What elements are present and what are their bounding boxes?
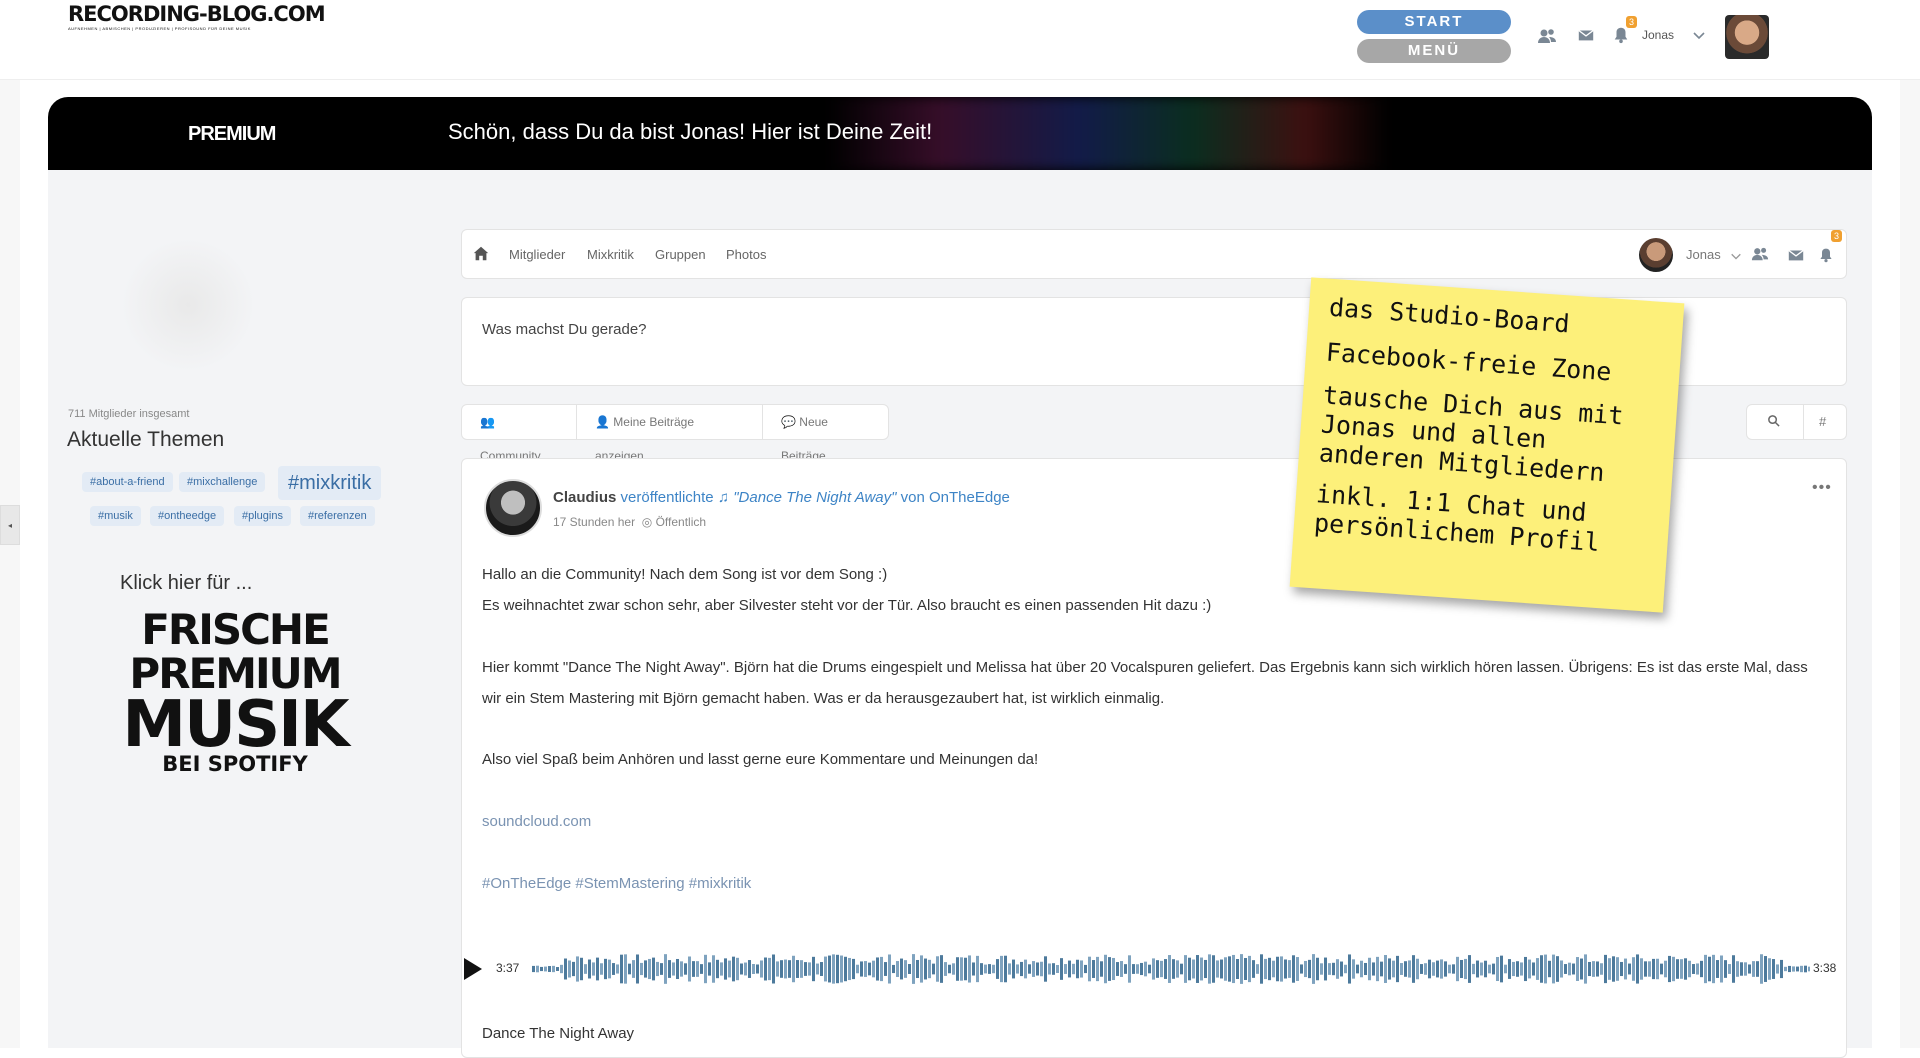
tag-ontheedge[interactable]: #ontheedge xyxy=(150,506,225,526)
premium-label: PREMIUM xyxy=(188,123,276,145)
right-gutter xyxy=(1900,80,1920,1048)
sticky-line-2: Facebook-freie Zone xyxy=(1325,337,1613,387)
filter-community[interactable]: 👥 Community xyxy=(462,405,577,463)
tag-plugins[interactable]: #plugins xyxy=(234,506,291,526)
audio-player: 3:37 3:38 xyxy=(462,949,1848,989)
soundcloud-link[interactable]: soundcloud.com xyxy=(482,806,1828,837)
by-label: von xyxy=(900,489,925,506)
tag-about-a-friend[interactable]: #about-a-friend xyxy=(82,472,173,492)
post-time[interactable]: 17 Stunden her xyxy=(553,515,635,529)
home-icon[interactable] xyxy=(472,245,490,263)
start-button[interactable]: START xyxy=(1357,10,1511,34)
mail-icon[interactable] xyxy=(1787,246,1805,269)
chevron-down-icon[interactable] xyxy=(1730,249,1742,267)
sticky-note-graphic: das Studio-Board Facebook-freie Zone tau… xyxy=(1289,277,1685,613)
spotify-promo-image[interactable]: FRISCHE PREMIUM MUSIK BEI SPOTIFY xyxy=(120,605,350,775)
tag-mixkritik[interactable]: #mixkritik xyxy=(278,466,382,500)
welcome-text: Schön, dass Du da bist Jonas! Hier ist D… xyxy=(448,119,933,144)
current-time: 3:37 xyxy=(496,961,520,975)
post-header: Claudius veröffentlichte ♫ "Dance The Ni… xyxy=(553,489,1010,506)
site-logo[interactable]: RECORDING-BLOG.COM AUFNEHMEN | ABMISCHEN… xyxy=(68,2,326,31)
user-plus-icon: 👤 xyxy=(595,415,610,429)
top-user-name[interactable]: Jonas xyxy=(1642,28,1674,42)
logo-text: RECORDING-BLOG.COM xyxy=(68,2,326,26)
search-bar: # xyxy=(1746,404,1847,440)
mail-icon[interactable] xyxy=(1577,26,1597,46)
promo-line-1: FRISCHE xyxy=(141,605,331,654)
artist-name[interactable]: OnTheEdge xyxy=(929,489,1010,506)
nav-mixkritik[interactable]: Mixkritik xyxy=(587,247,634,262)
notification-badge: 3 xyxy=(1626,16,1638,28)
filter-new-posts[interactable]: 💬 Neue Beiträge xyxy=(763,405,888,463)
author-name[interactable]: Claudius xyxy=(553,489,616,506)
music-note-icon: ♫ xyxy=(717,489,730,506)
track-title: Dance The Night Away xyxy=(482,1025,635,1042)
hashtag-search-button[interactable]: # xyxy=(1819,414,1826,429)
sticky-line-1: das Studio-Board xyxy=(1328,292,1571,339)
comment-icon: 💬 xyxy=(781,415,796,429)
tag-musik[interactable]: #musik xyxy=(90,506,141,526)
post-meta: 17 Stunden her ◎ Öffentlich xyxy=(553,515,706,529)
post-verb: veröffentlichte xyxy=(620,489,714,506)
bell-icon[interactable] xyxy=(1818,246,1834,269)
members-icon[interactable] xyxy=(1750,245,1770,268)
left-gutter xyxy=(0,80,20,1048)
promo-line-3: MUSIK xyxy=(122,688,349,762)
nav-groups[interactable]: Gruppen xyxy=(655,247,706,262)
user-avatar[interactable] xyxy=(1725,15,1769,59)
users-icon: 👥 xyxy=(480,415,495,429)
members-icon[interactable] xyxy=(1537,26,1557,46)
topics-title: Aktuelle Themen xyxy=(67,428,225,451)
nav-user-name[interactable]: Jonas xyxy=(1686,247,1721,262)
author-avatar[interactable] xyxy=(484,479,542,537)
promo-intro[interactable]: Klick hier für ... xyxy=(120,572,252,595)
nav-notification-badge: 3 xyxy=(1831,230,1843,242)
tag-mixchallenge[interactable]: #mixchallenge xyxy=(179,472,266,492)
more-options-icon[interactable]: ••• xyxy=(1812,479,1832,497)
nav-members[interactable]: Mitglieder xyxy=(509,247,565,262)
nav-photos[interactable]: Photos xyxy=(726,247,766,262)
post-paragraph: Hier kommt "Dance The Night Away". Björn… xyxy=(482,659,1808,707)
waveform[interactable] xyxy=(532,951,1810,987)
welcome-banner: PREMIUM Schön, dass Du da bist Jonas! Hi… xyxy=(48,97,1872,170)
blurred-profile-image xyxy=(118,240,258,370)
community-nav: Mitglieder Mixkritik Gruppen Photos Jona… xyxy=(461,229,1847,279)
members-count: 711 Mitglieder insgesamt xyxy=(68,408,190,420)
search-icon[interactable] xyxy=(1767,414,1780,430)
divider xyxy=(1803,405,1804,439)
bell-icon[interactable] xyxy=(1612,26,1632,46)
post-hashtags[interactable]: #OnTheEdge #StemMastering #mixkritik xyxy=(482,868,1828,899)
logo-tagline: AUFNEHMEN | ABMISCHEN | PRODUZIEREN | PR… xyxy=(68,26,251,31)
left-sidebar: 711 Mitglieder insgesamt Aktuelle Themen… xyxy=(48,170,436,1048)
status-placeholder[interactable]: Was machst Du gerade? xyxy=(482,321,647,338)
sidebar-toggle[interactable]: ◂ xyxy=(0,505,20,545)
nav-avatar[interactable] xyxy=(1639,238,1673,272)
filter-bar: 👥 Community 👤 Meine Beiträge anzeigen 💬 … xyxy=(461,404,889,463)
globe-icon: ◎ xyxy=(641,515,653,529)
sticky-line-3: tausche Dich aus mit Jonas und allen and… xyxy=(1318,380,1625,488)
post-visibility: Öffentlich xyxy=(655,515,707,529)
sticky-line-4: inkl. 1:1 Chat und persönlichem Profil xyxy=(1313,479,1601,558)
menu-button[interactable]: MENÜ xyxy=(1357,39,1511,63)
tag-referenzen[interactable]: #referenzen xyxy=(300,506,375,526)
song-title[interactable]: "Dance The Night Away" xyxy=(733,489,896,506)
post-paragraph: Also viel Spaß beim Anhören und lasst ge… xyxy=(482,751,1039,768)
chevron-down-icon[interactable] xyxy=(1692,28,1706,42)
play-icon[interactable] xyxy=(464,958,482,980)
filter-my-posts[interactable]: 👤 Meine Beiträge anzeigen xyxy=(577,405,763,463)
duration: 3:38 xyxy=(1813,961,1837,975)
top-bar: RECORDING-BLOG.COM AUFNEHMEN | ABMISCHEN… xyxy=(0,0,1920,80)
